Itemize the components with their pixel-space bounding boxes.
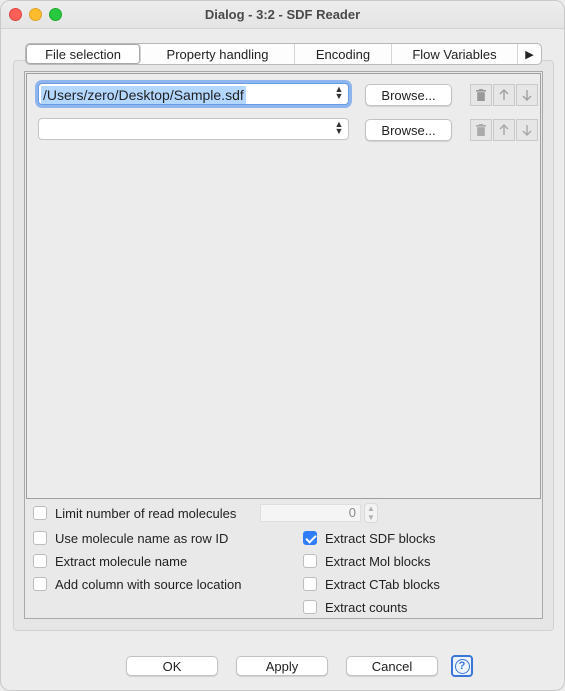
limit-molecules-option[interactable]: Limit number of read molecules [33,504,236,522]
extract-ctab-blocks-checkbox[interactable] [303,577,317,591]
limit-molecules-label: Limit number of read molecules [55,505,237,521]
use-name-as-row-id-checkbox[interactable] [33,531,47,545]
browse-button-2[interactable]: Browse... [365,119,452,141]
extract-ctab-blocks-label: Extract CTab blocks [325,576,440,592]
help-icon: ? [454,658,470,674]
browse-button-1[interactable]: Browse... [365,84,452,106]
trash-icon[interactable] [470,119,492,141]
combo-stepper-icon[interactable]: ▲ ▼ [332,120,346,137]
tab-flow-variables[interactable]: Flow Variables [392,44,518,64]
limit-stepper-icon[interactable]: ▲ ▼ [364,503,378,523]
add-source-location-label: Add column with source location [55,576,242,592]
file-path-combo-1[interactable]: /Users/zero/Desktop/Sample.sdf ▲ ▼ [38,83,349,105]
extract-molecule-name-option[interactable]: Extract molecule name [33,552,187,570]
add-source-location-checkbox[interactable] [33,577,47,591]
use-name-as-row-id-option[interactable]: Use molecule name as row ID [33,529,228,547]
extract-ctab-blocks-option[interactable]: Extract CTab blocks [303,575,440,593]
extract-counts-checkbox[interactable] [303,600,317,614]
tab-file-selection[interactable]: File selection [26,44,141,64]
trash-icon[interactable] [470,84,492,106]
extract-counts-option[interactable]: Extract counts [303,598,407,616]
use-name-as-row-id-label: Use molecule name as row ID [55,530,229,546]
extract-sdf-blocks-checkbox[interactable] [303,531,317,545]
tab-property-handling[interactable]: Property handling [141,44,295,64]
ok-button[interactable]: OK [126,656,218,676]
extract-sdf-blocks-option[interactable]: Extract SDF blocks [303,529,436,547]
combo-stepper-icon[interactable]: ▲ ▼ [332,85,346,102]
extract-mol-blocks-label: Extract Mol blocks [325,553,431,569]
dialog-window: Dialog - 3:2 - SDF Reader File selection… [0,0,565,691]
limit-molecules-input[interactable]: 0 [260,504,361,522]
extract-molecule-name-label: Extract molecule name [55,553,188,569]
extract-sdf-blocks-label: Extract SDF blocks [325,530,436,546]
file-list: /Users/zero/Desktop/Sample.sdf ▲ ▼ Browse… [26,73,541,499]
arrow-up-icon[interactable] [493,119,515,141]
limit-molecules-checkbox[interactable] [33,506,47,520]
arrow-down-icon[interactable] [516,119,538,141]
tab-scroll-right-icon[interactable]: ▶ [518,44,541,64]
tab-bar: File selection Property handling Encodin… [25,43,542,65]
extract-counts-label: Extract counts [325,599,408,615]
file-path-combo-2[interactable]: ▲ ▼ [38,118,349,140]
file-path-value-1[interactable]: /Users/zero/Desktop/Sample.sdf [41,86,246,104]
arrow-down-icon[interactable] [516,84,538,106]
tab-encoding[interactable]: Encoding [295,44,392,64]
extract-mol-blocks-option[interactable]: Extract Mol blocks [303,552,430,570]
add-source-location-option[interactable]: Add column with source location [33,575,241,593]
extract-molecule-name-checkbox[interactable] [33,554,47,568]
title-bar: Dialog - 3:2 - SDF Reader [1,1,564,29]
window-title: Dialog - 3:2 - SDF Reader [204,7,361,22]
arrow-up-icon[interactable] [493,84,515,106]
cancel-button[interactable]: Cancel [346,656,438,676]
help-button[interactable]: ? [451,655,473,677]
extract-mol-blocks-checkbox[interactable] [303,554,317,568]
file-path-value-2[interactable] [41,121,45,123]
apply-button[interactable]: Apply [236,656,328,676]
